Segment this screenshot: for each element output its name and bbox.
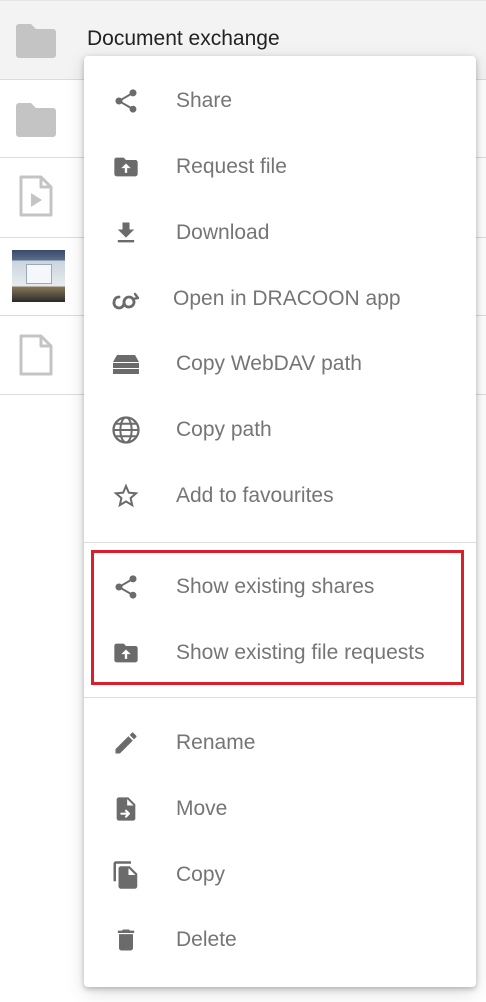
menu-item-label: Add to favourites bbox=[176, 484, 334, 507]
context-menu: Share Request file Download Open in DRAC… bbox=[84, 56, 476, 987]
menu-item-copy[interactable]: Copy bbox=[84, 842, 476, 908]
copy-icon bbox=[110, 859, 142, 891]
menu-item-share[interactable]: Share bbox=[84, 68, 476, 134]
menu-item-label: Move bbox=[176, 797, 228, 820]
menu-item-label: Share bbox=[176, 89, 233, 112]
folder-icon bbox=[16, 24, 56, 58]
menu-divider bbox=[84, 697, 476, 698]
menu-item-open-in-dracoon-app[interactable]: Open in DRACOON app bbox=[84, 266, 476, 332]
menu-divider bbox=[84, 542, 476, 543]
file-icon bbox=[19, 334, 53, 376]
globe-icon bbox=[110, 414, 142, 446]
menu-item-copy-path[interactable]: Copy path bbox=[84, 397, 476, 463]
highlight-box bbox=[91, 550, 464, 685]
menu-item-label: Request file bbox=[176, 155, 287, 178]
folder-upload-icon bbox=[110, 151, 142, 183]
menu-item-copy-webdav-path[interactable]: Copy WebDAV path bbox=[84, 331, 476, 397]
menu-item-download[interactable]: Download bbox=[84, 200, 476, 266]
pencil-icon bbox=[110, 727, 142, 759]
image-thumbnail bbox=[12, 250, 65, 302]
menu-item-request-file[interactable]: Request file bbox=[84, 134, 476, 200]
dracoon-app-icon bbox=[110, 283, 142, 315]
file-title: Document exchange bbox=[87, 27, 280, 50]
share-icon bbox=[110, 85, 142, 117]
storage-icon bbox=[110, 348, 142, 380]
move-file-icon bbox=[110, 793, 142, 825]
menu-item-label: Open in DRACOON app bbox=[173, 287, 401, 310]
menu-item-delete[interactable]: Delete bbox=[84, 907, 476, 973]
star-outline-icon bbox=[110, 480, 142, 512]
folder-icon bbox=[16, 103, 56, 137]
menu-item-add-to-favourites[interactable]: Add to favourites bbox=[84, 463, 476, 529]
menu-item-rename[interactable]: Rename bbox=[84, 710, 476, 776]
menu-item-label: Delete bbox=[176, 928, 237, 951]
menu-item-label: Copy bbox=[176, 863, 226, 886]
video-file-icon bbox=[19, 175, 53, 217]
trash-icon bbox=[110, 924, 142, 956]
menu-item-move[interactable]: Move bbox=[84, 776, 476, 842]
menu-item-label: Download bbox=[176, 221, 270, 244]
menu-item-label: Copy path bbox=[176, 418, 272, 441]
download-icon bbox=[110, 217, 142, 249]
menu-item-label: Copy WebDAV path bbox=[176, 352, 362, 375]
menu-item-label: Rename bbox=[176, 731, 256, 754]
